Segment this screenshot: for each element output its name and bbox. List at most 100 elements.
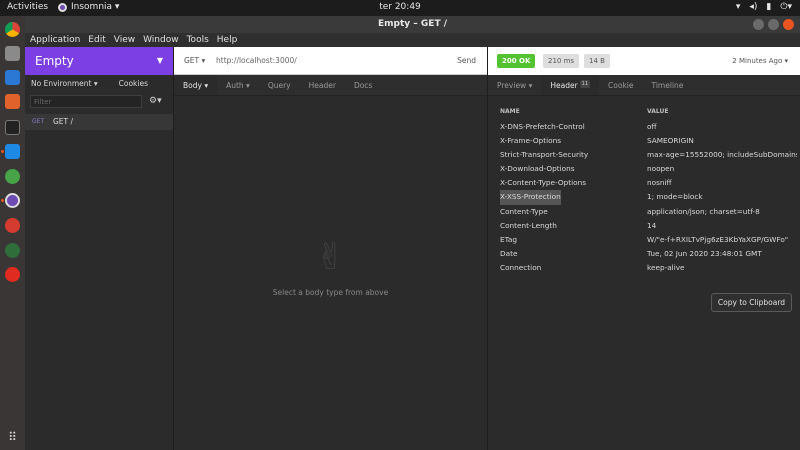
app-menu-button[interactable]: Insomnia ▾ bbox=[58, 2, 119, 12]
maximize-button[interactable] bbox=[768, 19, 779, 30]
history-dropdown[interactable]: 2 Minutes Ago ▾ bbox=[732, 47, 788, 75]
response-pane: 200 OK 210 ms 14 B 2 Minutes Ago ▾ Previ… bbox=[487, 47, 800, 450]
menu-help[interactable]: Help bbox=[217, 33, 238, 47]
workspace-name: Empty bbox=[35, 54, 74, 68]
header-count-badge: 11 bbox=[579, 80, 591, 88]
menu-window[interactable]: Window bbox=[143, 33, 179, 47]
tab-auth[interactable]: Auth ▾ bbox=[217, 75, 259, 95]
table-row: X-Frame-Options SAMEORIGIN bbox=[500, 134, 800, 148]
mongodb-icon[interactable] bbox=[5, 169, 20, 184]
header-name: X-Content-Type-Options bbox=[500, 178, 587, 188]
insomnia-icon bbox=[58, 2, 67, 12]
table-row: Content-Length 14 bbox=[500, 219, 800, 233]
sidebar: Empty ▼ No Environment ▾ Cookies ⚙▾ GET … bbox=[25, 47, 174, 450]
header-name: ETag bbox=[500, 234, 517, 244]
files-icon[interactable] bbox=[5, 46, 20, 61]
environment-row: No Environment ▾ Cookies bbox=[25, 75, 173, 93]
store-icon[interactable] bbox=[5, 94, 20, 109]
empty-body-message: Select a body type from above bbox=[272, 288, 389, 297]
clock[interactable]: ter 20:49 bbox=[0, 2, 800, 12]
gear-icon[interactable]: ⚙▾ bbox=[149, 96, 162, 106]
app-menu-label: Insomnia ▾ bbox=[71, 2, 120, 12]
insomnia-icon[interactable] bbox=[5, 193, 20, 208]
header-value: noopen bbox=[647, 164, 675, 174]
header-value: 1; mode=block bbox=[647, 192, 703, 202]
url-bar: GET ▾ http://localhost:3000/ Send bbox=[174, 47, 487, 75]
send-button[interactable]: Send bbox=[457, 47, 476, 75]
copy-to-clipboard-button[interactable]: Copy to Clipboard bbox=[711, 293, 792, 312]
system-top-bar: Activities Insomnia ▾ ter 20:49 ▾ ◂) ▮ ⏻… bbox=[0, 0, 800, 16]
response-size-badge: 14 B bbox=[584, 54, 610, 68]
document-icon[interactable] bbox=[5, 70, 20, 85]
method-dropdown[interactable]: GET ▾ bbox=[184, 47, 205, 75]
table-row: Content-Type application/json; charset=ut… bbox=[500, 205, 800, 219]
header-name: Connection bbox=[500, 262, 542, 272]
request-method-badge: GET bbox=[32, 118, 45, 125]
response-tabs: Preview ▾ Header 11 Cookie Timeline bbox=[488, 75, 800, 96]
tab-body[interactable]: Body ▾ bbox=[174, 75, 218, 95]
tab-timeline[interactable]: Timeline bbox=[643, 75, 693, 95]
request-list-item[interactable]: GET GET / bbox=[25, 114, 173, 130]
close-button[interactable] bbox=[783, 19, 794, 30]
terminal-icon[interactable] bbox=[5, 120, 20, 135]
column-value: VALUE bbox=[647, 108, 669, 115]
network-icon: ▾ bbox=[735, 2, 741, 12]
battery-icon: ▮ bbox=[766, 2, 772, 12]
vscode-icon[interactable] bbox=[5, 144, 20, 159]
header-value: W/"e-f+RXILTvPjg6zE3KbYaXGP/GWFo" bbox=[647, 234, 789, 244]
window-title-bar[interactable]: Empty – GET / bbox=[25, 16, 800, 33]
header-name: Date bbox=[500, 248, 518, 258]
tab-header[interactable]: Header bbox=[300, 75, 345, 95]
power-icon: ⏻▾ bbox=[780, 2, 792, 12]
cookies-button[interactable]: Cookies bbox=[119, 75, 148, 93]
chrome-icon[interactable] bbox=[5, 22, 20, 37]
system-tray[interactable]: ▾ ◂) ▮ ⏻▾ bbox=[736, 2, 792, 12]
status-badge: 200 OK bbox=[497, 54, 536, 68]
table-row: X-DNS-Prefetch-Control off bbox=[500, 120, 800, 134]
header-name: Strict-Transport-Security bbox=[500, 150, 589, 160]
youtube-icon[interactable] bbox=[5, 267, 20, 282]
header-name: X-Frame-Options bbox=[500, 136, 561, 146]
table-row: X-Content-Type-Options nosniff bbox=[500, 176, 800, 190]
bug-icon[interactable] bbox=[5, 218, 20, 233]
menu-application[interactable]: Application bbox=[30, 33, 80, 47]
table-row: X-XSS-Protection 1; mode=block bbox=[500, 190, 800, 205]
request-pane: GET ▾ http://localhost:3000/ Send Body ▾… bbox=[174, 47, 487, 450]
menu-edit[interactable]: Edit bbox=[88, 33, 105, 47]
header-name: Content-Type bbox=[500, 206, 548, 216]
response-headers-table: NAME VALUE X-DNS-Prefetch-Control off X-F… bbox=[500, 108, 800, 275]
tab-preview[interactable]: Preview ▾ bbox=[488, 75, 541, 95]
url-input[interactable]: http://localhost:3000/ bbox=[216, 47, 297, 75]
empty-body-placeholder: ✌ Select a body type from above bbox=[174, 237, 487, 297]
environment-dropdown[interactable]: No Environment ▾ bbox=[31, 75, 98, 93]
header-value: SAMEORIGIN bbox=[647, 136, 694, 146]
table-row: X-Download-Options noopen bbox=[500, 162, 800, 176]
chevron-down-icon: ▼ bbox=[156, 56, 163, 65]
workspace-selector[interactable]: Empty ▼ bbox=[25, 47, 173, 75]
tab-response-header-label: Header bbox=[550, 81, 578, 90]
table-row: Date Tue, 02 Jun 2020 23:48:01 GMT bbox=[500, 247, 800, 261]
tab-docs[interactable]: Docs bbox=[345, 75, 381, 95]
header-name: X-Download-Options bbox=[500, 164, 575, 174]
response-status-bar: 200 OK 210 ms 14 B 2 Minutes Ago ▾ bbox=[488, 47, 800, 75]
header-name: X-DNS-Prefetch-Control bbox=[500, 122, 585, 131]
tab-response-header[interactable]: Header 11 bbox=[541, 75, 600, 95]
tab-query[interactable]: Query bbox=[259, 75, 300, 95]
header-value: off bbox=[647, 122, 657, 131]
volume-icon: ◂) bbox=[749, 2, 758, 12]
filter-input[interactable] bbox=[30, 95, 142, 108]
window-title: Empty – GET / bbox=[378, 19, 447, 29]
menu-view[interactable]: View bbox=[114, 33, 135, 47]
minimize-button[interactable] bbox=[753, 19, 764, 30]
apps-grid-icon[interactable]: ⠿ bbox=[5, 430, 20, 445]
peace-hand-icon: ✌ bbox=[315, 237, 346, 278]
web-icon[interactable] bbox=[5, 243, 20, 258]
dock: ⠿ bbox=[0, 16, 25, 450]
column-name: NAME bbox=[500, 108, 520, 115]
menu-tools[interactable]: Tools bbox=[187, 33, 209, 47]
activities-button[interactable]: Activities bbox=[7, 2, 48, 12]
menu-bar: Application Edit View Window Tools Help bbox=[25, 33, 800, 47]
table-row: Connection keep-alive bbox=[500, 261, 800, 275]
tab-cookie[interactable]: Cookie bbox=[599, 75, 642, 95]
filter-row: ⚙▾ bbox=[25, 93, 173, 111]
